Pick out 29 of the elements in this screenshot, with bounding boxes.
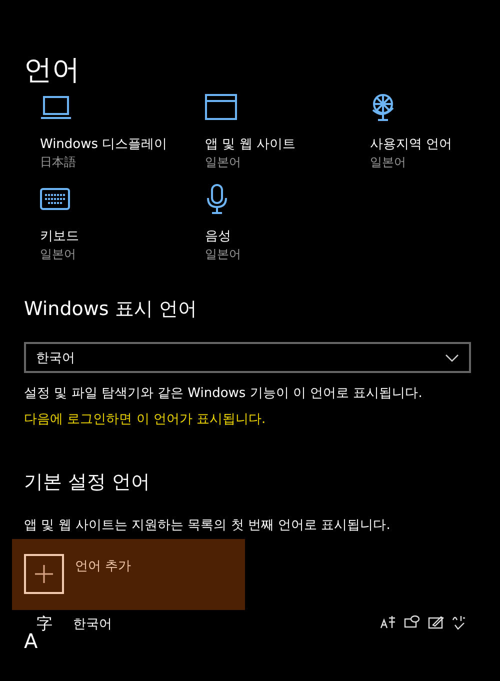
microphone-icon[interactable] <box>205 184 229 214</box>
tile-value: 일본어 <box>40 246 76 262</box>
language-icon: A 字 <box>24 615 60 651</box>
section-heading: 기본 설정 언어 <box>24 470 152 495</box>
tile-label[interactable]: 키보드 <box>40 228 79 246</box>
plus-icon <box>24 554 64 594</box>
tile-label[interactable]: Windows 디스플레이 <box>40 136 168 154</box>
section-heading: Windows 표시 언어 <box>24 297 198 322</box>
window-icon[interactable] <box>205 92 237 122</box>
tile-value: 일본어 <box>370 154 406 170</box>
language-name: 한국어 <box>73 616 112 633</box>
description: 설정 및 파일 탐색기와 같은 Windows 기능이 이 언어로 표시됩니다. <box>24 385 424 403</box>
chevron-icon <box>445 354 459 362</box>
add-language-button[interactable]: 언어 추가 <box>12 539 245 610</box>
tile-label[interactable]: 사용지역 언어 <box>370 136 452 154</box>
spell-check-icon <box>452 615 466 631</box>
handwriting-icon <box>428 615 444 629</box>
display-language-icon <box>380 615 396 629</box>
tile-value: 日本語 <box>40 154 76 170</box>
description: 앱 및 웹 사이트는 지원하는 목록의 첫 번째 언어로 표시됩니다. <box>24 517 392 535</box>
page-title: 언어 <box>24 52 81 88</box>
notice-text: 다음에 로그인하면 이 언어가 표시됩니다. <box>24 411 267 429</box>
tile-label[interactable]: 음성 <box>205 228 231 246</box>
speech-icon <box>404 615 420 629</box>
tile-value: 일본어 <box>205 246 241 262</box>
language-dropdown[interactable]: 한국어 <box>24 342 471 373</box>
language-item[interactable]: A 字 한국어 <box>24 615 466 651</box>
tile-value: 일본어 <box>205 154 241 170</box>
tile-label[interactable]: 앱 및 웹 사이트 <box>205 136 296 154</box>
